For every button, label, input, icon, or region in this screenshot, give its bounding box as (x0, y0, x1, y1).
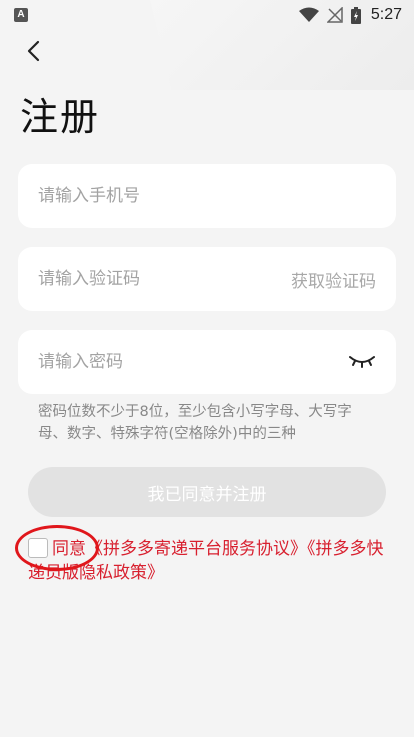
notification-badge: A (14, 8, 28, 22)
status-right: 5:27 (298, 6, 402, 24)
agreement-row: 同意《拼多多寄递平台服务协议》《拼多多快递员版隐私政策》 (28, 537, 388, 585)
code-field: 获取验证码 (18, 247, 396, 311)
get-code-button[interactable]: 获取验证码 (291, 267, 376, 292)
battery-icon (350, 6, 361, 24)
agreement-prefix: 同意 (52, 539, 86, 559)
page-title: 注册 (20, 95, 101, 139)
back-button[interactable] (18, 38, 48, 68)
wifi-icon (298, 7, 319, 23)
status-bar: A 5:27 (0, 0, 414, 30)
code-input[interactable] (38, 269, 291, 289)
password-input[interactable] (38, 352, 348, 372)
register-button[interactable]: 我已同意并注册 (28, 467, 386, 517)
password-field (18, 330, 396, 394)
agreement-checkbox[interactable] (28, 538, 48, 558)
eye-closed-icon[interactable] (348, 352, 376, 372)
chevron-left-icon (26, 40, 40, 66)
status-time: 5:27 (370, 6, 402, 23)
password-hint: 密码位数不少于8位，至少包含小写字母、大写字母、数字、特殊字符(空格除外)中的三… (38, 404, 352, 442)
phone-input[interactable] (38, 186, 376, 206)
phone-field (18, 164, 396, 228)
status-left: A (14, 8, 28, 22)
service-agreement-link[interactable]: 《拼多多寄递平台服务协议》 (86, 539, 307, 559)
signal-icon (326, 7, 343, 23)
